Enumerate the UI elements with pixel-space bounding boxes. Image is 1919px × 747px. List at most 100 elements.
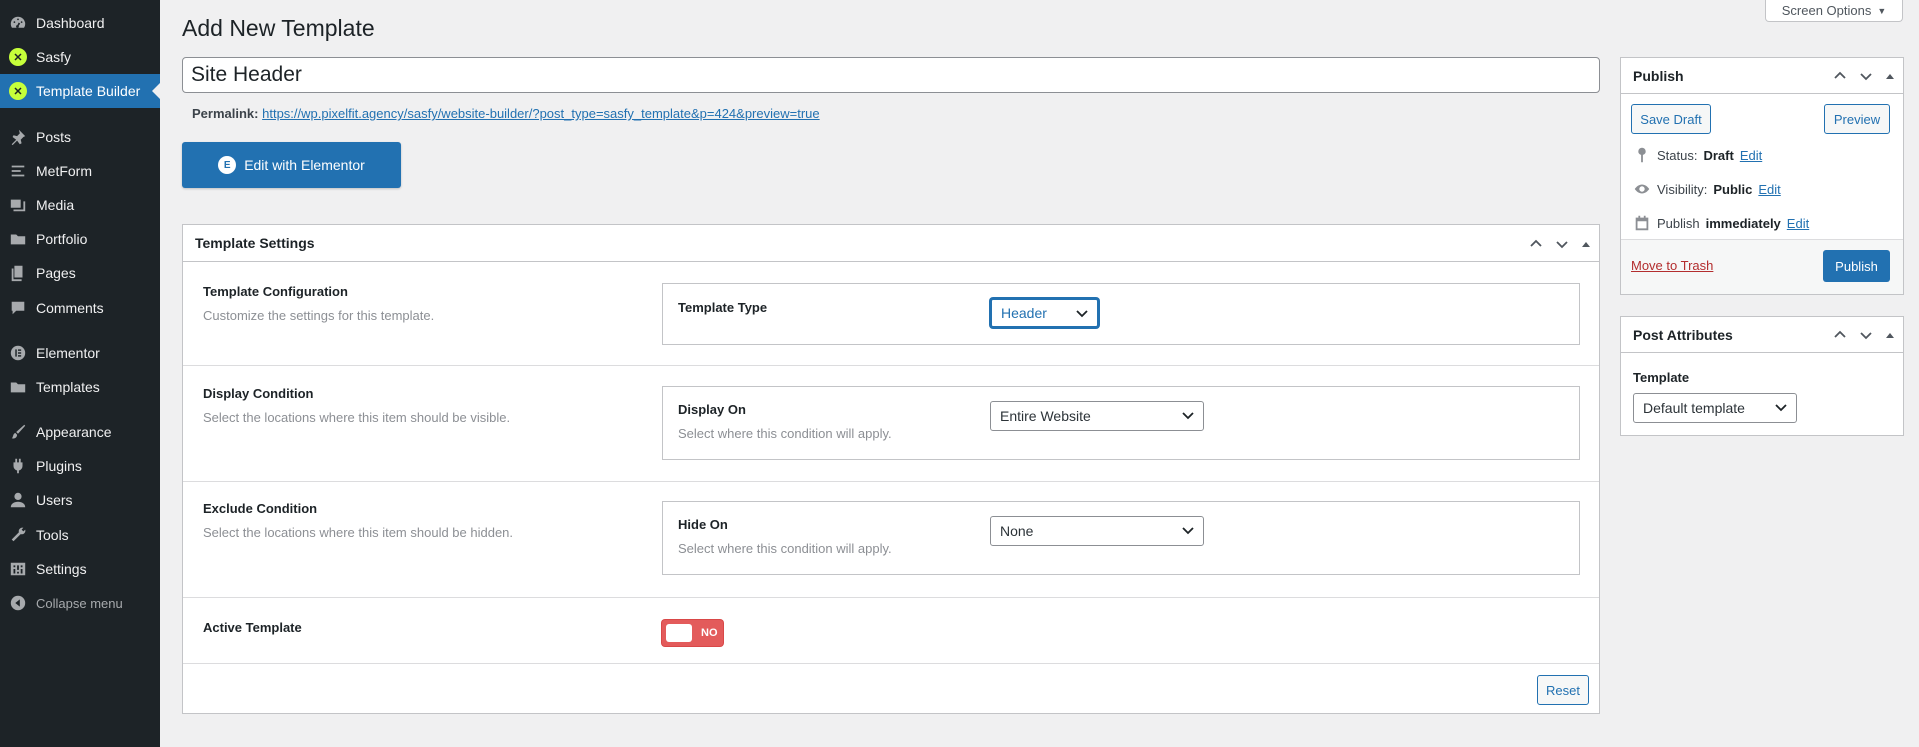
move-to-trash-link[interactable]: Move to Trash [1631,258,1713,273]
pin-icon [0,128,36,146]
sidebar-item-templates[interactable]: Templates [0,370,160,404]
sidebar-item-tools[interactable]: Tools [0,518,160,552]
screen-options-button[interactable]: Screen Options ▼ [1765,0,1903,22]
chevron-up-icon[interactable] [1833,69,1847,83]
sasfy-icon: ✕ [9,48,27,66]
sasfy-icon: ✕ [9,82,27,100]
sidebar-item-dashboard[interactable]: Dashboard [0,6,160,40]
hide-on-select[interactable]: None [990,516,1204,546]
sidebar-item-appearance[interactable]: Appearance [0,415,160,449]
select-value: Default template [1643,400,1745,416]
page-template-select[interactable]: Default template [1633,393,1797,423]
folder-icon [0,230,36,248]
field-label: Display On [678,402,746,417]
row-label: Template Configuration [203,284,348,299]
caret-down-icon: ▼ [1877,5,1887,16]
post-attributes-box: Post Attributes Template Default templat… [1620,316,1904,436]
sidebar-item-users[interactable]: Users [0,483,160,517]
field-label: Hide On [678,517,728,532]
sidebar-item-label: Pages [36,265,76,281]
sidebar-item-metform[interactable]: MetForm [0,154,160,188]
field-description: Select where this condition will apply. [678,426,892,441]
post-status: Status: Draft Edit [1633,146,1762,164]
reset-button[interactable]: Reset [1537,675,1589,705]
sidebar-item-label: Comments [36,300,104,316]
permalink: Permalink: https://wp.pixelfit.agency/sa… [192,106,820,121]
row-description: Select the locations where this item sho… [203,410,511,425]
sidebar-item-comments[interactable]: Comments [0,291,160,325]
save-draft-button[interactable]: Save Draft [1631,104,1711,134]
row-label: Exclude Condition [203,501,318,516]
sidebar-item-posts[interactable]: Posts [0,120,160,154]
sidebar-item-elementor[interactable]: Elementor [0,336,160,370]
sidebar-item-template-builder[interactable]: ✕ Template Builder [0,74,160,108]
chevron-up-icon[interactable] [1529,237,1543,251]
sidebar-item-label: Appearance [36,424,112,440]
hide-on-field: Hide On Select where this condition will… [662,501,1580,575]
folder-icon [0,378,36,396]
chevron-down-icon[interactable] [1859,69,1873,83]
collapse-icon [0,594,36,612]
select-value: None [1000,523,1034,539]
row-description: Select the locations where this item sho… [203,525,514,540]
comment-icon [0,299,36,317]
triangle-up-icon[interactable] [1581,239,1591,249]
preview-button[interactable]: Preview [1824,104,1890,134]
triangle-up-icon[interactable] [1885,330,1895,340]
sidebar-item-label: Portfolio [36,231,88,247]
chevron-up-icon[interactable] [1833,328,1847,342]
display-on-select[interactable]: Entire Website [990,401,1204,431]
active-template-toggle[interactable]: NO [662,620,723,646]
field-description: Select where this condition will apply. [678,541,892,556]
calendar-icon [1635,215,1649,231]
sidebar-item-label: Collapse menu [36,595,123,611]
user-icon [0,491,36,509]
publish-button[interactable]: Publish [1823,250,1890,282]
edit-with-elementor-button[interactable]: E Edit with Elementor [182,142,401,188]
wrench-icon [0,526,36,544]
template-settings-header: Template Settings [183,225,1599,262]
chevron-down-icon[interactable] [1859,328,1873,342]
sidebar-item-pages[interactable]: Pages [0,256,160,290]
box-title: Publish [1633,67,1684,84]
plugin-icon [0,457,36,475]
media-icon [0,196,36,214]
template-type-select[interactable]: Header [990,298,1099,328]
box-title: Post Attributes [1633,326,1733,343]
edit-schedule-link[interactable]: Edit [1787,216,1809,231]
chevron-down-icon[interactable] [1555,237,1569,251]
eye-icon [1634,184,1650,194]
sidebar-item-label: Settings [36,561,87,577]
elementor-icon: E [218,156,237,174]
page-title: Add New Template [182,15,375,41]
collapse-menu-button[interactable]: Collapse menu [0,586,160,620]
triangle-up-icon[interactable] [1885,71,1895,81]
sidebar-item-plugins[interactable]: Plugins [0,449,160,483]
template-label: Template [1633,370,1690,385]
permalink-label: Permalink: [192,106,259,121]
elementor-icon [0,344,36,362]
publish-box: Publish Save Draft Preview Status: Draft… [1620,57,1904,295]
sidebar-item-label: Template Builder [36,83,141,99]
row-label: Display Condition [203,386,314,401]
post-visibility: Visibility: Public Edit [1633,180,1781,198]
sidebar-item-label: MetForm [36,163,92,179]
pages-icon [0,264,36,282]
publish-actions: Move to Trash Publish [1621,239,1903,294]
sidebar-item-label: Elementor [36,345,100,361]
post-title-input[interactable]: Site Header [182,57,1600,93]
sidebar-item-sasfy[interactable]: ✕ Sasfy [0,40,160,74]
permalink-link[interactable]: https://wp.pixelfit.agency/sasfy/website… [262,106,820,121]
edit-visibility-link[interactable]: Edit [1758,182,1780,197]
pin-icon [1638,147,1646,163]
sidebar-item-media[interactable]: Media [0,188,160,222]
edit-status-link[interactable]: Edit [1740,148,1762,163]
sidebar-item-label: Sasfy [36,49,72,65]
sidebar-item-label: Dashboard [36,15,105,31]
field-label: Template Type [678,300,768,315]
post-attributes-header: Post Attributes [1621,317,1903,353]
brush-icon [0,423,36,441]
sidebar-item-portfolio[interactable]: Portfolio [0,222,160,256]
edit-with-elementor-label: Edit with Elementor [244,157,365,173]
sidebar-item-settings[interactable]: Settings [0,552,160,586]
